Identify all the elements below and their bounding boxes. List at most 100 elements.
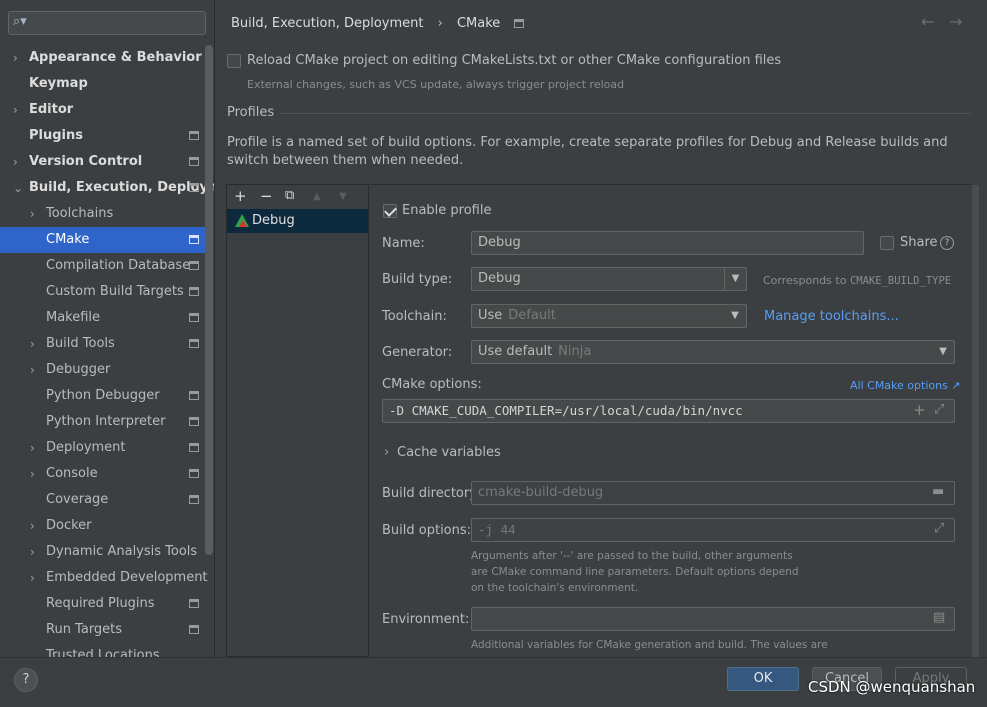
cache-variables-toggle[interactable]: Cache variables [397,445,501,460]
help-icon[interactable]: ? [940,236,954,250]
project-level-icon [189,625,199,634]
sidebar-item[interactable]: › Version Control [0,149,205,175]
chevron-right-icon[interactable]: › [30,357,35,383]
manage-toolchains-link[interactable]: Manage toolchains... [764,309,899,324]
generator-dropdown[interactable]: Use default Ninja ▼ [471,340,955,364]
sidebar-item[interactable]: › Embedded Development [0,565,208,591]
project-level-icon [189,287,199,296]
project-level-icon [189,131,199,140]
build-directory-field[interactable]: cmake-build-debug [471,481,955,505]
search-icon: ⌕▾ [13,14,27,29]
sidebar-item[interactable]: Custom Build Targets [0,279,205,305]
all-cmake-options-link[interactable]: All CMake options ↗ [850,379,961,392]
move-up-button[interactable]: ▲ [313,191,321,202]
chevron-right-icon[interactable]: › [13,149,18,175]
sidebar-item[interactable]: Python Interpreter [0,409,205,435]
build-type-value: Debug [478,271,521,286]
sidebar-item[interactable]: CMake [0,227,205,253]
sidebar-item[interactable]: › Console [0,461,205,487]
sidebar-item[interactable]: › Toolchains [0,201,205,227]
build-options-field[interactable]: -j 44 [471,518,955,542]
chevron-right-icon[interactable]: › [30,539,35,565]
toolchain-dropdown[interactable]: Use Default ▼ [471,304,747,328]
generator-value: Use default [478,344,553,359]
forward-arrow-icon[interactable]: → [949,12,962,31]
watermark: CSDN @wenquanshan [808,678,976,696]
sidebar-item[interactable]: › Deployment [0,435,205,461]
sidebar-item[interactable]: Python Debugger [0,383,205,409]
sidebar-item-label: Console [46,466,98,481]
sidebar-item[interactable]: Run Targets [0,617,205,643]
ok-button[interactable]: OK [727,667,799,691]
chevron-down-icon: ▼ [724,268,746,290]
plus-icon[interactable]: + [913,401,926,419]
profiles-description: Profile is a named set of build options.… [227,135,948,168]
folder-icon[interactable]: ▬ [932,484,944,499]
enable-profile-checkbox[interactable] [383,204,397,218]
sidebar-item-label: Run Targets [46,622,123,637]
settings-sidebar: ⌕▾ › Appearance & Behavior Keymap › Editor Pl… [0,0,215,657]
project-level-icon [189,183,199,192]
expand-icon[interactable]: ⤢ [934,402,944,417]
expand-icon[interactable]: ⤢ [934,521,944,536]
build-type-dropdown[interactable]: Debug ▼ [471,267,747,291]
profile-list-item[interactable]: Debug [227,209,368,233]
chevron-right-icon[interactable]: › [30,201,35,227]
detail-scrollbar[interactable] [972,185,979,657]
search-input[interactable]: ⌕▾ [8,11,206,35]
sidebar-item[interactable]: › Build Tools [0,331,205,357]
chevron-right-icon[interactable]: › [384,445,389,460]
chevron-down-icon[interactable]: ⌄ [13,175,23,201]
sidebar-item[interactable]: › Docker [0,513,205,539]
move-down-button[interactable]: ▼ [339,191,347,202]
help-button[interactable]: ? [14,668,38,692]
share-label: Share [900,235,938,250]
profile-toolbar: + − ⧉ ▲ ▼ [227,185,368,209]
cmake-icon-accent [239,220,247,227]
breadcrumb-parent: Build, Execution, Deployment [231,16,424,31]
chevron-right-icon[interactable]: › [30,565,35,591]
sidebar-item[interactable]: Keymap [0,71,205,97]
share-checkbox[interactable] [880,236,894,250]
sidebar-item[interactable]: Plugins [0,123,205,149]
remove-profile-button[interactable]: − [260,187,273,205]
sidebar-item-label: Dynamic Analysis Tools [46,544,198,559]
sidebar-item[interactable]: Coverage [0,487,205,513]
copy-profile-button[interactable]: ⧉ [285,188,294,203]
sidebar-item-label: Embedded Development [46,570,208,585]
project-level-icon [189,391,199,400]
build-options-note: Arguments after '--' are passed to the b… [471,550,799,594]
document-icon[interactable]: ▤ [933,610,945,625]
name-field[interactable]: Debug [471,231,864,255]
breadcrumb-separator: › [437,16,443,31]
chevron-right-icon[interactable]: › [30,331,35,357]
sidebar-item[interactable]: ⌄ Build, Execution, Deploymen [0,175,214,201]
sidebar-item-label: CMake [46,232,90,247]
chevron-right-icon[interactable]: › [13,97,18,123]
sidebar-item[interactable]: Trusted Locations [0,643,205,657]
back-arrow-icon[interactable]: ← [921,12,934,31]
chevron-right-icon[interactable]: › [30,461,35,487]
sidebar-scrollbar[interactable] [205,45,213,555]
project-level-icon [189,235,199,244]
generator-hint: Ninja [558,344,592,359]
sidebar-item[interactable]: › Debugger [0,357,205,383]
reload-checkbox[interactable] [227,54,241,68]
sidebar-item[interactable]: Required Plugins [0,591,205,617]
sidebar-item[interactable]: Compilation Database [0,253,205,279]
sidebar-item[interactable]: Makefile [0,305,205,331]
chevron-right-icon[interactable]: › [30,435,35,461]
sidebar-item[interactable]: › Dynamic Analysis Tools [0,539,205,565]
sidebar-item[interactable]: › Editor [0,97,205,123]
sidebar-item-label: Appearance & Behavior [29,50,202,65]
chevron-right-icon[interactable]: › [13,45,18,71]
project-level-icon [189,313,199,322]
environment-field[interactable] [471,607,955,631]
sidebar-item-label: Python Debugger [46,388,160,403]
sidebar-item-label: Compilation Database [46,258,191,273]
sidebar-item[interactable]: › Appearance & Behavior [0,45,205,71]
chevron-right-icon[interactable]: › [30,513,35,539]
add-profile-button[interactable]: + [234,187,247,205]
sidebar-item-label: Coverage [46,492,109,507]
cmake-options-field[interactable]: -D CMAKE_CUDA_COMPILER=/usr/local/cuda/b… [382,399,955,423]
